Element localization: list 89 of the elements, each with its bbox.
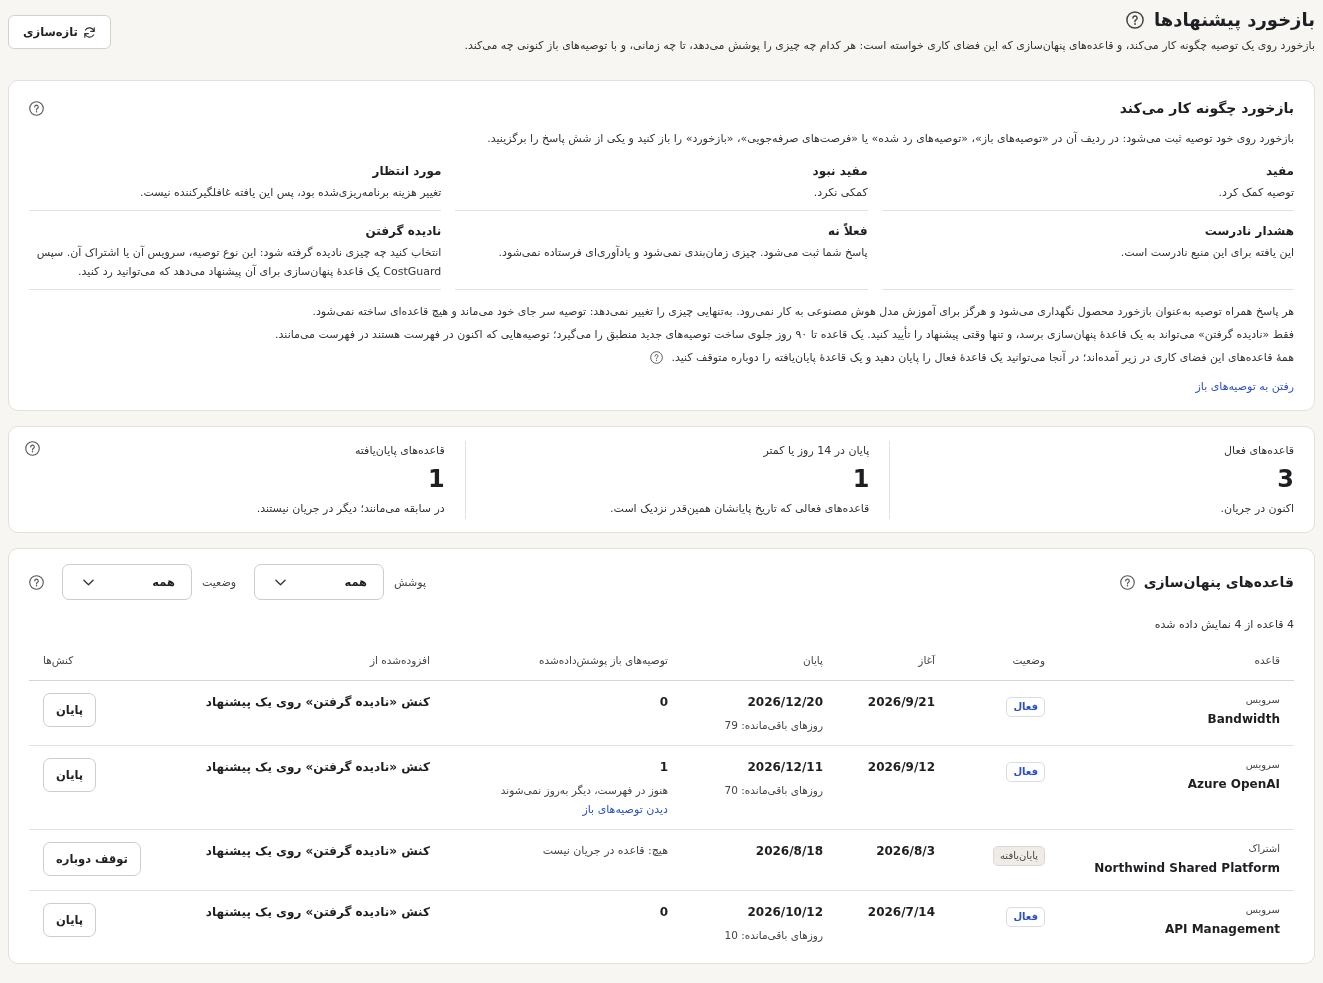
start-date: 2026/9/21 xyxy=(866,694,935,711)
start-date: 2026/9/12 xyxy=(866,759,935,776)
days-remaining: روزهای باقی‌مانده: 70 xyxy=(723,783,823,798)
rule-action-button[interactable]: پایان xyxy=(43,693,97,727)
refresh-button[interactable]: تازه‌سازی xyxy=(8,15,111,49)
view-recommendations-link[interactable]: دیدن توصیه‌های باز xyxy=(582,803,668,816)
end-date: 2026/8/18 xyxy=(754,843,823,860)
help-icon[interactable] xyxy=(650,351,664,364)
refresh-icon xyxy=(82,25,96,39)
start-date: 2026/8/3 xyxy=(875,843,935,860)
chevron-down-icon xyxy=(275,578,287,586)
outcome-description: پاسخ شما ثبت می‌شود. چیزی زمان‌بندی نمی‌شود و یادآوری‌ای فرستاده نمی‌شود. xyxy=(497,244,868,261)
days-remaining: روزهای باقی‌مانده: 79 xyxy=(723,718,823,733)
filter-label: وضعیت xyxy=(202,575,237,589)
rule-name: Northwind Shared Platform xyxy=(1093,860,1280,877)
rule-name: Azure OpenAI xyxy=(1186,776,1280,793)
section-title: قاعده‌های پنهان‌سازی xyxy=(1143,573,1294,593)
help-icon[interactable] xyxy=(29,574,44,590)
column-header: وضعیت xyxy=(1012,654,1045,666)
added-from: کنش «نادیده گرفتن» روی یک پیشنهاد xyxy=(204,843,430,860)
outcome-title: مورد انتظار xyxy=(371,163,442,180)
rule-type: سرویس xyxy=(1244,758,1280,772)
outcome-description: این یافته برای این منبع نادرست است. xyxy=(1119,245,1294,261)
help-icon[interactable] xyxy=(1126,11,1145,29)
stat-value: 3 xyxy=(1276,464,1294,495)
stat-label: پایان در 14 روز یا کمتر xyxy=(762,443,870,459)
outcome-title: مفید xyxy=(1265,163,1294,180)
rule-name: Bandwidth xyxy=(1206,711,1280,728)
chevron-down-icon xyxy=(83,578,94,586)
filter-label: پوشش xyxy=(394,575,427,589)
column-header: افزوده‌شده از xyxy=(369,654,430,666)
added-from: کنش «نادیده گرفتن» روی یک پیشنهاد xyxy=(204,904,430,921)
page-subtitle: بازخورد روی یک توصیه چگونه کار می‌کند، و قاعده‌های پنهان‌سازی که این فضای کاری خواسته است: هر کدام چه چیزی را پوشش می‌دهد، تا چه زمانی، و با توصیه‌های باز کنونی چه می‌کند. xyxy=(464,38,1315,54)
filter-select[interactable]: همه xyxy=(254,564,385,600)
covered-recommendations: 0 xyxy=(658,694,668,711)
added-from: کنش «نادیده گرفتن» روی یک پیشنهاد xyxy=(204,694,430,711)
rule-action-button[interactable]: پایان xyxy=(43,758,97,792)
stat-value: 1 xyxy=(426,464,445,495)
outcome-title: هشدار نادرست xyxy=(1203,223,1294,240)
rule-type: سرویس xyxy=(1244,693,1280,707)
outcome-title: نادیده گرفتن xyxy=(364,223,442,240)
rule-action-button[interactable]: توقف دوباره xyxy=(43,842,141,876)
intro-text: بازخورد روی خود توصیه ثبت می‌شود: در ردیف آن در «توصیه‌های باز»، «توصیه‌های رد شده» یا «فرصت‌های صرفه‌جویی»، «بازخورد» را باز کنید و یکی از شش پاسخ را برگزینید. xyxy=(486,131,1294,147)
column-header: قاعده xyxy=(1254,654,1280,666)
outcome-title: فعلاً نه xyxy=(826,222,868,240)
stat-label: قاعده‌های فعال xyxy=(1223,443,1294,459)
covered-note: هنوز در فهرست، دیگر به‌روز نمی‌شوند xyxy=(499,783,668,798)
outcome-title: مفید نبود xyxy=(811,163,868,180)
rule-name: API Management xyxy=(1163,921,1280,938)
status-badge: فعال xyxy=(1006,907,1045,927)
end-date: 2026/12/11 xyxy=(746,759,823,776)
covered-recommendations: 0 xyxy=(658,904,668,921)
end-date: 2026/12/20 xyxy=(746,694,823,711)
days-remaining: روزهای باقی‌مانده: 10 xyxy=(723,928,823,943)
covered-recommendations: هیچ: قاعده در جریان نیست xyxy=(541,843,668,859)
status-badge: پایان‌یافته xyxy=(993,846,1045,866)
rule-type: اشتراک xyxy=(1247,842,1280,856)
note-text: هر پاسخ همراه توصیه به‌عنوان بازخورد محصول نگهداری می‌شود و هرگز برای آموزش مدل هوش مصنوعی به کار نمی‌رود. به‌تنهایی چیزی را تغییر نمی‌دهد: توصیه سر جای خود می‌ماند و هیچ قاعده‌ای ساخته نمی‌شود. xyxy=(312,303,1294,320)
added-from: کنش «نادیده گرفتن» روی یک پیشنهاد xyxy=(204,759,430,776)
help-icon[interactable] xyxy=(25,441,40,456)
filter-select[interactable]: همه xyxy=(62,564,192,600)
outcome-description: توصیه کمک کرد. xyxy=(1217,185,1294,201)
stat-description: در سابقه می‌مانند؛ دیگر در جریان نیستند. xyxy=(255,501,445,517)
column-header: آغاز xyxy=(918,654,935,666)
open-recommendations-link[interactable]: رفتن به توصیه‌های باز xyxy=(1195,380,1294,393)
rule-type: سرویس xyxy=(1244,903,1280,917)
outcome-description: انتخاب کنید چه چیزی نادیده گرفته شود: این نوع توصیه، سرویس آن یا اشتراک آن. سپس CostGuard یک قاعدهٔ پنهان‌سازی برای آن پیشنهاد می‌دهد که می‌توانید رد کنید. xyxy=(35,244,442,280)
end-date: 2026/10/12 xyxy=(746,904,823,921)
rule-count: 4 قاعده از 4 نمایش داده شده xyxy=(1153,617,1294,633)
stat-label: قاعده‌های پایان‌یافته xyxy=(353,443,445,459)
page-title: بازخورد پیشنهادها xyxy=(1154,8,1315,32)
column-header: پایان xyxy=(803,654,823,666)
column-header: کنش‌ها xyxy=(43,654,74,666)
start-date: 2026/7/14 xyxy=(866,904,935,921)
outcome-description: کمکی نکرد. xyxy=(812,185,868,201)
help-icon[interactable] xyxy=(1119,574,1135,590)
column-header: توصیه‌های باز پوشش‌داده‌شده xyxy=(539,654,668,666)
outcome-description: تغییر هزینه برنامه‌ریزی‌شده بود، پس این یافته غافلگیرکننده نیست. xyxy=(138,185,442,201)
covered-recommendations: 1 xyxy=(658,759,668,776)
note-text: همهٔ قاعده‌های این فضای کاری در زیر آمده‌اند؛ در آنجا می‌توانید یک قاعدهٔ فعال را پایان دهید و یک قاعدهٔ پایان‌یافته را دوباره متوقف کنید. xyxy=(671,349,1294,366)
stat-description: قاعده‌های فعالی که تاریخ پایانشان همین‌قدر نزدیک است. xyxy=(609,501,870,517)
rule-action-button[interactable]: پایان xyxy=(43,903,97,937)
note-text: فقط «نادیده گرفتن» می‌تواند به یک قاعدهٔ پنهان‌سازی برسد، و تنها وقتی پیشنهاد را تأیید کنید. یک قاعده تا ۹۰ روز جلوی ساخت توصیه‌های جدید منطبق را می‌گیرد؛ توصیه‌هایی که اکنون در فهرست هستند در فهرست می‌مانند. xyxy=(275,326,1294,343)
stat-description: اکنون در جریان. xyxy=(1219,501,1294,517)
help-icon[interactable] xyxy=(29,100,44,116)
status-badge: فعال xyxy=(1006,697,1045,717)
section-title: بازخورد چگونه کار می‌کند xyxy=(1119,99,1294,119)
status-badge: فعال xyxy=(1006,762,1045,782)
stat-value: 1 xyxy=(851,464,870,495)
